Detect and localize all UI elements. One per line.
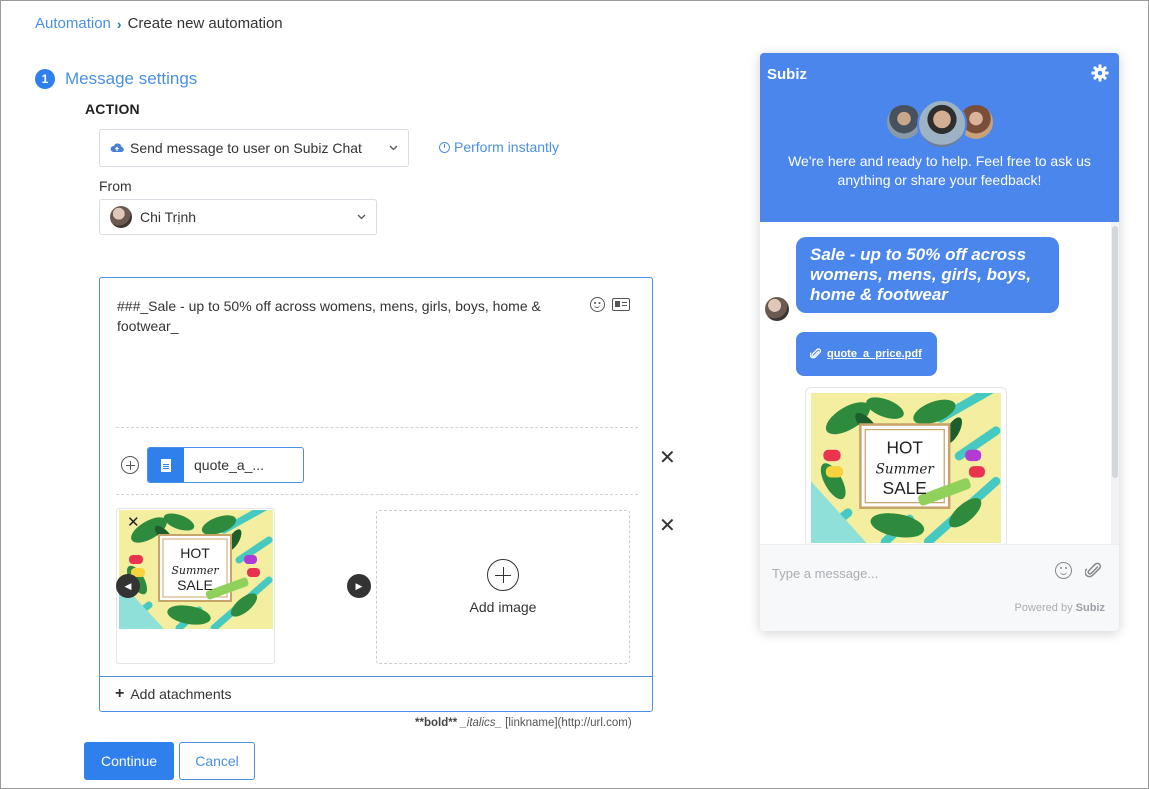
contact-card-icon[interactable]: [612, 298, 630, 311]
app-frame: Automation › Create new automation 1 Mes…: [0, 0, 1149, 789]
document-icon: [161, 458, 171, 472]
action-select[interactable]: Send message to user on Subiz Chat: [99, 129, 409, 167]
add-image-button[interactable]: Add image: [376, 510, 630, 664]
perform-instantly-link[interactable]: Perform instantly: [439, 139, 559, 155]
chevron-right-icon[interactable]: ▶: [347, 574, 371, 598]
chevron-right-icon: ›: [116, 15, 122, 32]
widget-title: Subiz: [767, 66, 807, 83]
from-select[interactable]: Chi Trịnh: [99, 199, 377, 235]
powered-by-brand[interactable]: Subiz: [1076, 602, 1105, 614]
close-icon[interactable]: ✕: [659, 516, 676, 536]
widget-conversation: Sale - up to 50% off across womens, mens…: [760, 222, 1119, 544]
chat-widget-preview: Subiz We're here and ready to help. Feel…: [760, 53, 1119, 631]
chevron-left-icon[interactable]: ◀: [116, 574, 140, 598]
divider: [116, 427, 638, 428]
scrollbar-thumb[interactable]: [1112, 226, 1118, 478]
cancel-button[interactable]: Cancel: [179, 742, 255, 780]
breadcrumb-current: Create new automation: [127, 15, 283, 32]
emoji-icon[interactable]: [1055, 562, 1072, 579]
attachment-filename: quote_a_price.pdf: [827, 348, 922, 360]
markdown-hint: **bold** _italics_ [linkname](http://url…: [415, 717, 632, 729]
add-attachments-label: Add atachments: [130, 686, 232, 702]
image-text-hot: HOT: [180, 545, 210, 561]
message-textarea[interactable]: ###_Sale - up to 50% off across womens, …: [117, 296, 567, 336]
widget-input-area: Type a message... Powered by Subiz: [760, 544, 1119, 631]
markdown-hint-italics: _italics_: [460, 717, 502, 729]
image-text-summer: Summer: [171, 564, 219, 577]
action-label: ACTION: [85, 101, 140, 117]
image-text-summer: Summer: [876, 462, 936, 478]
breadcrumb: Automation › Create new automation: [35, 15, 283, 32]
continue-button[interactable]: Continue: [84, 742, 174, 780]
image-text-hot: HOT: [887, 437, 924, 457]
paperclip-icon[interactable]: [1084, 562, 1103, 580]
close-icon[interactable]: ✕: [659, 448, 676, 468]
from-select-value: Chi Trịnh: [140, 209, 197, 225]
step-number-badge: 1: [35, 69, 55, 89]
powered-by-prefix: Powered by: [1014, 602, 1073, 614]
avatar: [917, 99, 967, 149]
cloud-upload-icon: [110, 141, 124, 155]
widget-intro: We're here and ready to help. Feel free …: [788, 153, 1091, 188]
image-bubble[interactable]: HOT Summer SALE: [805, 387, 1007, 544]
action-select-value: Send message to user on Subiz Chat: [130, 140, 362, 156]
plus-circle-icon[interactable]: [121, 456, 139, 474]
image-text-sale: SALE: [883, 478, 927, 498]
markdown-hint-link: [linkname](http://url.com): [505, 717, 632, 729]
powered-by: Powered by Subiz: [1015, 602, 1106, 614]
message-bubble: Sale - up to 50% off across womens, mens…: [796, 237, 1059, 313]
attachment-bubble[interactable]: quote_a_price.pdf: [796, 332, 937, 376]
file-attachment-chip[interactable]: quote_a_...: [147, 447, 304, 483]
message-editor: ###_Sale - up to 50% off across womens, …: [99, 277, 653, 712]
markdown-hint-bold: **bold**: [415, 717, 458, 729]
chevron-down-icon: [389, 143, 398, 154]
close-icon[interactable]: ✕: [127, 513, 140, 531]
file-icon-box: [148, 448, 184, 482]
scrollbar[interactable]: [1111, 222, 1119, 544]
agent-avatars: [885, 99, 997, 151]
breadcrumb-automation-link[interactable]: Automation: [35, 15, 111, 32]
plus-circle-icon: [487, 559, 519, 591]
hot-summer-sale-image: HOT Summer SALE: [119, 510, 273, 629]
perform-instantly-label: Perform instantly: [454, 139, 560, 155]
emoji-icon[interactable]: [590, 297, 605, 312]
chevron-down-icon: [357, 212, 366, 223]
avatar: [765, 297, 789, 321]
message-input[interactable]: Type a message...: [772, 566, 878, 581]
add-attachments-button[interactable]: + Add atachments: [100, 676, 652, 711]
clock-icon: [439, 141, 450, 153]
divider: [116, 494, 638, 495]
image-text-sale: SALE: [177, 577, 213, 593]
step-title: Message settings: [65, 69, 198, 88]
avatar: [110, 206, 132, 228]
hot-summer-sale-image: HOT Summer SALE: [811, 393, 1001, 543]
plus-icon: +: [115, 685, 125, 702]
from-label: From: [99, 178, 132, 194]
paperclip-icon: [810, 348, 822, 360]
add-image-label: Add image: [469, 599, 537, 615]
gear-icon[interactable]: [1091, 64, 1109, 82]
step-header: 1 Message settings: [35, 69, 197, 89]
file-name: quote_a_...: [194, 457, 265, 473]
widget-header: Subiz We're here and ready to help. Feel…: [760, 53, 1119, 222]
